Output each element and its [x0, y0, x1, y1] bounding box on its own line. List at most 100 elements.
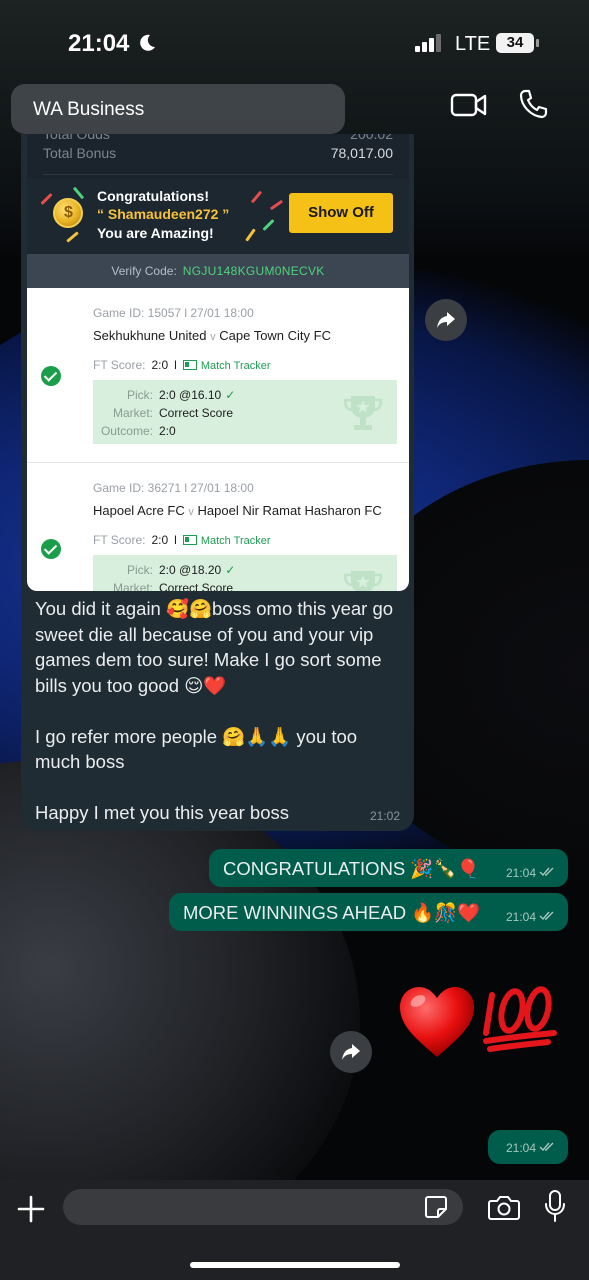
hundred-points-emoji[interactable] [482, 983, 558, 1053]
outgoing-message-text: MORE WINNINGS AHEAD 🔥🎊❤️ [183, 902, 481, 923]
pick-box: Pick: 2:0 @16.10 ✓ Market: Correct Score … [93, 380, 397, 444]
time-label: 21:04 [505, 1141, 536, 1155]
camera-icon[interactable] [488, 1194, 520, 1220]
ft-label: FT Score: [93, 533, 146, 547]
market-label: Market: [112, 581, 153, 591]
game-card: Game ID: 36271 l 27/01 18:00 Hapoel Acre… [27, 463, 409, 591]
home-team: Sekhukhune United [93, 328, 207, 343]
home-indicator[interactable] [190, 1262, 400, 1268]
total-bonus-value: 78,017.00 [330, 145, 393, 161]
chat-title: WA Business [33, 99, 145, 120]
plus-icon[interactable] [16, 1194, 46, 1224]
outgoing-timestamp: 21:04 [506, 910, 555, 924]
match-tracker-icon[interactable] [182, 360, 197, 370]
match-tracker-link[interactable]: Match Tracker [201, 535, 271, 547]
total-odds-value: 200.02 [350, 134, 393, 142]
outgoing-timestamp: 21:04 [506, 1141, 555, 1155]
trophy-icon [343, 571, 383, 591]
market-value: Correct Score [159, 406, 234, 420]
congrats-banner: $ Congratulations! “ Shamaudeen272 ” You… [27, 178, 409, 254]
ft-score: 2:0 [151, 358, 169, 372]
heart-emoji[interactable] [398, 985, 476, 1059]
outgoing-timestamp: 21:04 [506, 866, 555, 880]
double-check-icon [539, 867, 554, 877]
message-paragraph: I go refer more people 🤗🙏🙏 you too much … [35, 725, 358, 773]
ft-separator: l [174, 358, 177, 372]
trophy-icon [343, 396, 383, 430]
network-type: LTE [455, 33, 491, 55]
verify-code: NGJU148KGUM0NECVK [182, 264, 325, 278]
tick-icon: ✓ [225, 563, 236, 577]
away-team: Hapoel Nir Ramat Hasharon FC [197, 503, 382, 518]
won-check-icon [41, 539, 61, 559]
congrats-subtitle: You are Amazing! [97, 225, 214, 241]
game-meta: Game ID: 15057 l 27/01 18:00 [93, 306, 254, 320]
incoming-message-bubble[interactable]: Total Odds 200.02 Total Bonus 78,017.00 … [21, 134, 414, 831]
message-paragraph: You did it again 🥰🤗boss omo this year go… [35, 598, 394, 696]
congrats-title: Congratulations! [97, 188, 209, 204]
match-tracker-link[interactable]: Match Tracker [201, 360, 271, 372]
ft-score: 2:0 [151, 533, 169, 547]
market-value: Correct Score [159, 581, 234, 591]
chat-header-title-button[interactable]: WA Business [11, 84, 345, 134]
sticker-icon[interactable] [424, 1195, 448, 1219]
versus: v [210, 331, 216, 343]
versus: v [188, 506, 194, 518]
forward-icon[interactable] [425, 299, 467, 341]
total-odds-label: Total Odds [43, 134, 110, 142]
verify-code-row: Verify Code: NGJU148KGUM0NECVK [27, 254, 409, 288]
message-input[interactable] [63, 1189, 463, 1225]
congrats-username: “ Shamaudeen272 ” [97, 206, 230, 222]
ft-score-row: FT Score: 2:0 l Match Tracker [93, 533, 271, 547]
incoming-message-text: You did it again 🥰🤗boss omo this year go… [35, 596, 407, 826]
outgoing-message-text: CONGRATULATIONS 🎉🍾🎈 [223, 858, 480, 879]
ft-score-row: FT Score: 2:0 l Match Tracker [93, 358, 271, 372]
battery-icon: 34 [496, 33, 534, 53]
status-time: 21:04 [68, 30, 130, 57]
receipt-top-row: Total Odds 200.02 [43, 134, 393, 142]
double-check-icon [539, 911, 554, 921]
game-teams: Sekhukhune United v Cape Town City FC [93, 328, 331, 343]
outcome-value: 2:0 [159, 424, 176, 438]
ft-separator: l [174, 533, 177, 547]
match-tracker-icon[interactable] [182, 535, 197, 545]
video-call-icon[interactable] [450, 90, 488, 120]
game-card: Game ID: 15057 l 27/01 18:00 Sekhukhune … [27, 288, 409, 462]
outgoing-message-bubble[interactable]: 21:04 [488, 1130, 568, 1164]
double-check-icon [539, 1142, 554, 1152]
pick-box: Pick: 2:0 @18.20 ✓ Market: Correct Score [93, 555, 397, 591]
message-paragraph: Happy I met you this year boss [35, 802, 289, 823]
pick-value: 2:0 @18.20 ✓ [159, 563, 235, 577]
game-meta: Game ID: 36271 l 27/01 18:00 [93, 481, 254, 495]
outgoing-message-bubble[interactable]: MORE WINNINGS AHEAD 🔥🎊❤️ 21:04 [169, 893, 568, 931]
market-label: Market: [112, 406, 153, 420]
time-label: 21:04 [505, 910, 536, 924]
coin-icon: $ [53, 198, 83, 228]
mic-icon[interactable] [544, 1190, 566, 1222]
pick-odds: 2:0 @16.10 [159, 388, 222, 402]
bet-receipt-image[interactable]: Total Odds 200.02 Total Bonus 78,017.00 … [27, 134, 409, 591]
total-bonus-label: Total Bonus [43, 145, 117, 161]
outgoing-message-bubble[interactable]: CONGRATULATIONS 🎉🍾🎈 21:04 [209, 849, 568, 887]
outcome-label: Outcome: [100, 424, 153, 438]
moon-icon [140, 34, 155, 51]
forward-icon[interactable] [330, 1031, 372, 1073]
incoming-timestamp: 21:02 [369, 809, 400, 823]
pick-value: 2:0 @16.10 ✓ [159, 388, 235, 402]
ft-label: FT Score: [93, 358, 146, 372]
receipt-divider [43, 174, 393, 175]
phone-icon[interactable] [518, 88, 548, 120]
pick-label: Pick: [126, 563, 153, 577]
show-off-button[interactable]: Show Off [289, 193, 393, 233]
battery-nub [536, 39, 539, 47]
game-teams: Hapoel Acre FC v Hapoel Nir Ramat Hashar… [93, 503, 382, 518]
status-bar: 21:04 LTE 34 [0, 0, 589, 80]
away-team: Cape Town City FC [219, 328, 331, 343]
time-label: 21:04 [505, 866, 536, 880]
won-check-icon [41, 366, 61, 386]
home-team: Hapoel Acre FC [93, 503, 185, 518]
verify-label: Verify Code: [111, 264, 177, 278]
pick-odds: 2:0 @18.20 [159, 563, 222, 577]
tick-icon: ✓ [225, 388, 236, 402]
signal-icon [415, 34, 441, 52]
